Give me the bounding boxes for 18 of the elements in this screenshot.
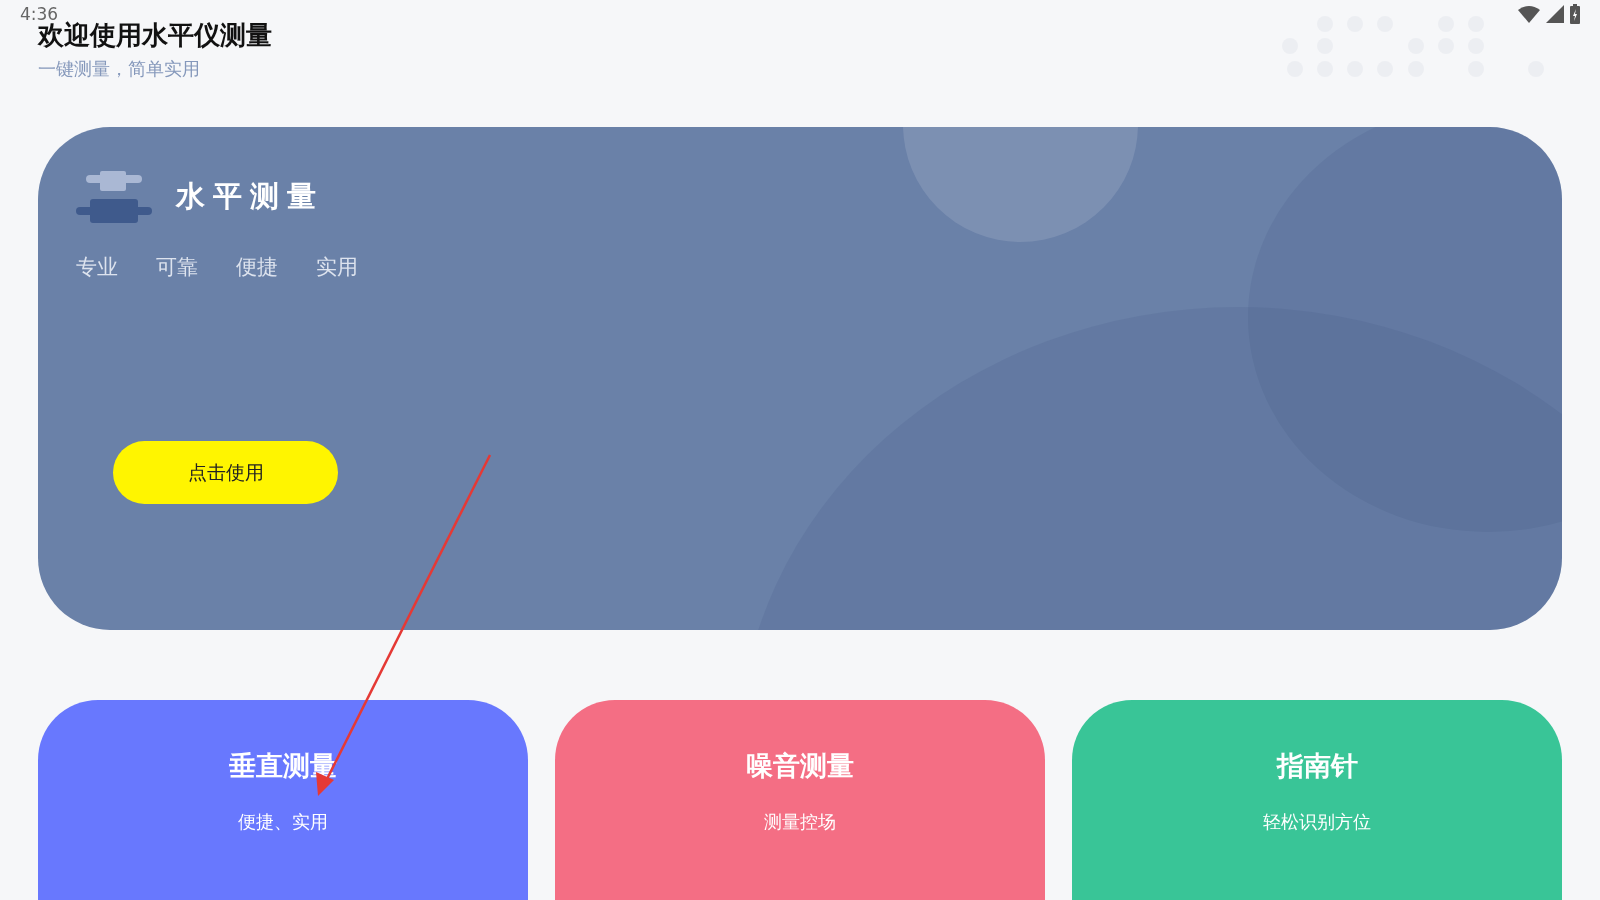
- feature-tag: 专业: [76, 253, 118, 281]
- card-subtitle: 便捷、实用: [238, 810, 328, 834]
- signal-icon: [1546, 5, 1564, 23]
- feature-tag: 可靠: [156, 253, 198, 281]
- card-title: 指南针: [1276, 749, 1358, 783]
- feature-tag: 实用: [316, 253, 358, 281]
- wifi-icon: [1518, 5, 1540, 23]
- feature-card[interactable]: 指南针 轻松识别方位: [1072, 700, 1562, 900]
- card-title: 噪音测量: [746, 749, 854, 783]
- card-subtitle: 轻松识别方位: [1263, 810, 1371, 834]
- level-tool-icon: [76, 171, 152, 223]
- page-subtitle: 一键测量，简单实用: [38, 57, 201, 81]
- feature-card[interactable]: 噪音测量 测量控场: [555, 700, 1045, 900]
- feature-tag: 便捷: [236, 253, 278, 281]
- card-title: 水平测量: [176, 178, 324, 215]
- use-button[interactable]: 点击使用: [113, 441, 338, 504]
- card-subtitle: 测量控场: [764, 810, 836, 834]
- battery-icon: [1570, 4, 1580, 24]
